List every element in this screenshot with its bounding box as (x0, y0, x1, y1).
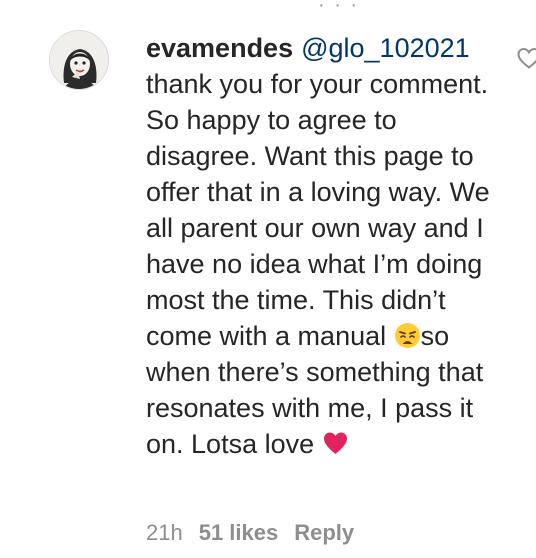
avatar-illustration (50, 31, 108, 89)
comment-text-part-1: thank you for your comment. So happy to … (146, 69, 490, 351)
comment-body: evamendes @glo_102021thank you for your c… (146, 30, 506, 462)
comment-username[interactable]: evamendes (146, 33, 293, 63)
reply-button[interactable]: Reply (294, 520, 354, 546)
heart-outline-icon[interactable] (516, 46, 536, 70)
weary-face-emoji-icon (394, 323, 420, 348)
comment-mention[interactable]: @glo_102021 (301, 33, 470, 63)
likes-count-button[interactable]: 51 likes (199, 520, 279, 546)
red-heart-emoji-icon (323, 432, 347, 454)
comment-meta-bar: 21h 51 likes Reply (146, 520, 354, 546)
comment-view: · · · evamendes @glo_102021thank you for … (0, 0, 536, 558)
comment-timestamp[interactable]: 21h (146, 520, 183, 546)
avatar[interactable] (49, 30, 109, 90)
cropped-previous-content: · · · (318, 0, 360, 16)
